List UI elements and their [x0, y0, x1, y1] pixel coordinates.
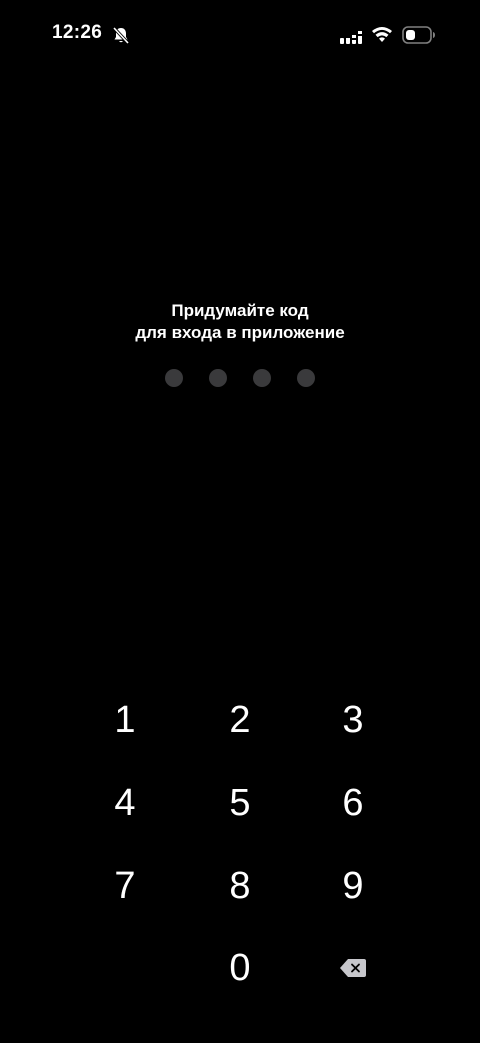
pin-prompt-line-2: для входа в приложение — [135, 323, 345, 342]
key-6[interactable]: 6 — [298, 765, 408, 841]
signal-icon — [340, 28, 362, 44]
pin-dot — [297, 369, 315, 387]
pin-prompt-line-1: Придумайте код — [171, 301, 309, 320]
pin-dot — [165, 369, 183, 387]
delete-button[interactable] — [298, 930, 408, 1006]
pin-prompt: Придумайте код для входа в приложение — [0, 300, 480, 344]
key-3[interactable]: 3 — [298, 682, 408, 758]
pin-indicator — [0, 369, 480, 389]
status-bar: 12:26 — [0, 0, 480, 70]
numeric-keypad: 1 2 3 4 5 6 7 8 9 0 — [0, 680, 480, 1020]
pin-dot — [253, 369, 271, 387]
status-time: 12:26 — [52, 22, 103, 43]
bell-muted-icon — [112, 26, 130, 45]
key-0[interactable]: 0 — [185, 930, 295, 1006]
key-4[interactable]: 4 — [70, 765, 180, 841]
pin-dot — [209, 369, 227, 387]
backspace-icon — [340, 959, 366, 977]
battery-icon — [402, 26, 435, 44]
key-8[interactable]: 8 — [185, 848, 295, 924]
key-2[interactable]: 2 — [185, 682, 295, 758]
wifi-icon — [372, 27, 392, 42]
key-7[interactable]: 7 — [70, 848, 180, 924]
key-9[interactable]: 9 — [298, 848, 408, 924]
key-1[interactable]: 1 — [70, 682, 180, 758]
key-5[interactable]: 5 — [185, 765, 295, 841]
